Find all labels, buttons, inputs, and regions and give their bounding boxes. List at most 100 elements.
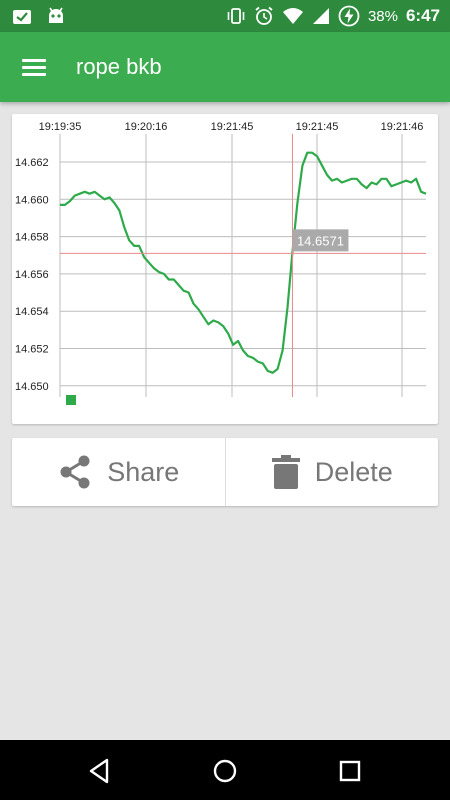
data-point (395, 183, 397, 185)
line-chart[interactable]: 14.662 14.660 14.658 14.656 14.654 14.652 14.6… (12, 114, 438, 424)
status-bar: 38% 6:47 (0, 0, 450, 32)
data-point (237, 340, 239, 342)
data-point (222, 325, 224, 327)
data-point (371, 181, 373, 183)
data-point (326, 174, 328, 176)
data-point (356, 178, 358, 180)
clock-time: 6:47 (405, 6, 440, 25)
data-point (321, 165, 323, 167)
data-point (163, 273, 165, 275)
x-tick-label: 19:21:45 (211, 121, 254, 133)
data-point (64, 204, 66, 206)
data-point (346, 180, 348, 182)
back-icon[interactable] (85, 756, 115, 786)
data-point (287, 306, 289, 308)
share-label: Share (107, 456, 180, 487)
alarm-icon (255, 6, 273, 25)
data-point (262, 362, 264, 364)
data-point (118, 209, 120, 211)
x-tick-label: 19:19:35 (39, 121, 82, 133)
y-tick-label: 14.662 (15, 157, 49, 169)
data-point (232, 344, 234, 346)
battery-percent: 38% (367, 7, 398, 25)
system-nav-bar (0, 740, 450, 800)
data-point (380, 178, 382, 180)
series-line (60, 151, 427, 374)
data-point (123, 226, 125, 228)
data-point (425, 193, 427, 195)
data-point (94, 191, 96, 193)
data-point (301, 165, 303, 167)
data-point (217, 321, 219, 323)
data-point (202, 316, 204, 318)
data-point (188, 292, 190, 294)
data-point (212, 320, 214, 322)
delete-label: Delete (314, 456, 393, 487)
data-point (143, 256, 145, 258)
data-point (341, 181, 343, 183)
data-point (158, 271, 160, 273)
app-bar: rope bkb (0, 32, 450, 102)
wifi-icon (282, 8, 303, 24)
data-point (410, 181, 412, 183)
trash-icon (271, 455, 300, 489)
data-point (74, 195, 76, 197)
data-point (376, 183, 378, 185)
page-title: rope bkb (76, 54, 162, 79)
hamburger-menu-icon[interactable] (18, 52, 52, 82)
data-point (282, 349, 284, 351)
x-tick-label: 19:21:46 (381, 121, 424, 133)
highlight-value-label: 14.6571 (297, 233, 344, 248)
share-icon (60, 455, 90, 489)
delete-button[interactable]: Delete (224, 438, 439, 506)
data-point (366, 187, 368, 189)
vibrate-icon (227, 8, 245, 24)
home-icon[interactable] (210, 756, 240, 786)
data-point (128, 239, 130, 241)
android-debug-icon (49, 7, 63, 23)
data-point (351, 178, 353, 180)
data-point (311, 152, 313, 154)
action-bar: Share Delete (12, 438, 438, 506)
share-button[interactable]: Share (12, 438, 225, 506)
data-point (183, 290, 185, 292)
data-point (267, 370, 269, 372)
data-point (153, 267, 155, 269)
data-point (193, 303, 195, 305)
data-point (306, 152, 308, 154)
data-point (277, 368, 279, 370)
recents-icon[interactable] (335, 756, 365, 786)
data-point (252, 357, 254, 359)
y-tick-label: 14.656 (15, 269, 49, 281)
data-point (420, 191, 422, 193)
data-point (331, 180, 333, 182)
data-point (415, 178, 417, 180)
x-tick-label: 19:21:45 (296, 121, 339, 133)
data-point (257, 361, 259, 363)
y-tick-label: 14.652 (15, 344, 49, 356)
data-point (296, 202, 298, 204)
x-tick-label: 19:20:16 (125, 121, 168, 133)
data-point (405, 180, 407, 182)
legend-swatch (66, 395, 76, 405)
data-point (242, 349, 244, 351)
battery-charging-icon (338, 5, 360, 27)
data-point (227, 333, 229, 335)
data-point (113, 202, 115, 204)
data-point (247, 355, 249, 357)
data-point (99, 195, 101, 197)
data-point (361, 183, 363, 185)
data-point (272, 372, 274, 374)
data-point (316, 155, 318, 157)
signal-icon (312, 8, 329, 24)
data-point (59, 204, 61, 206)
data-point (168, 278, 170, 280)
y-tick-label: 14.650 (15, 381, 49, 393)
data-point (108, 196, 110, 198)
y-tick-label: 14.658 (15, 232, 49, 244)
data-point (133, 245, 135, 247)
chart-card[interactable]: 14.662 14.660 14.658 14.656 14.654 14.652 14.6… (12, 114, 438, 424)
data-point (104, 198, 106, 200)
data-point (79, 193, 81, 195)
data-point (84, 191, 86, 193)
